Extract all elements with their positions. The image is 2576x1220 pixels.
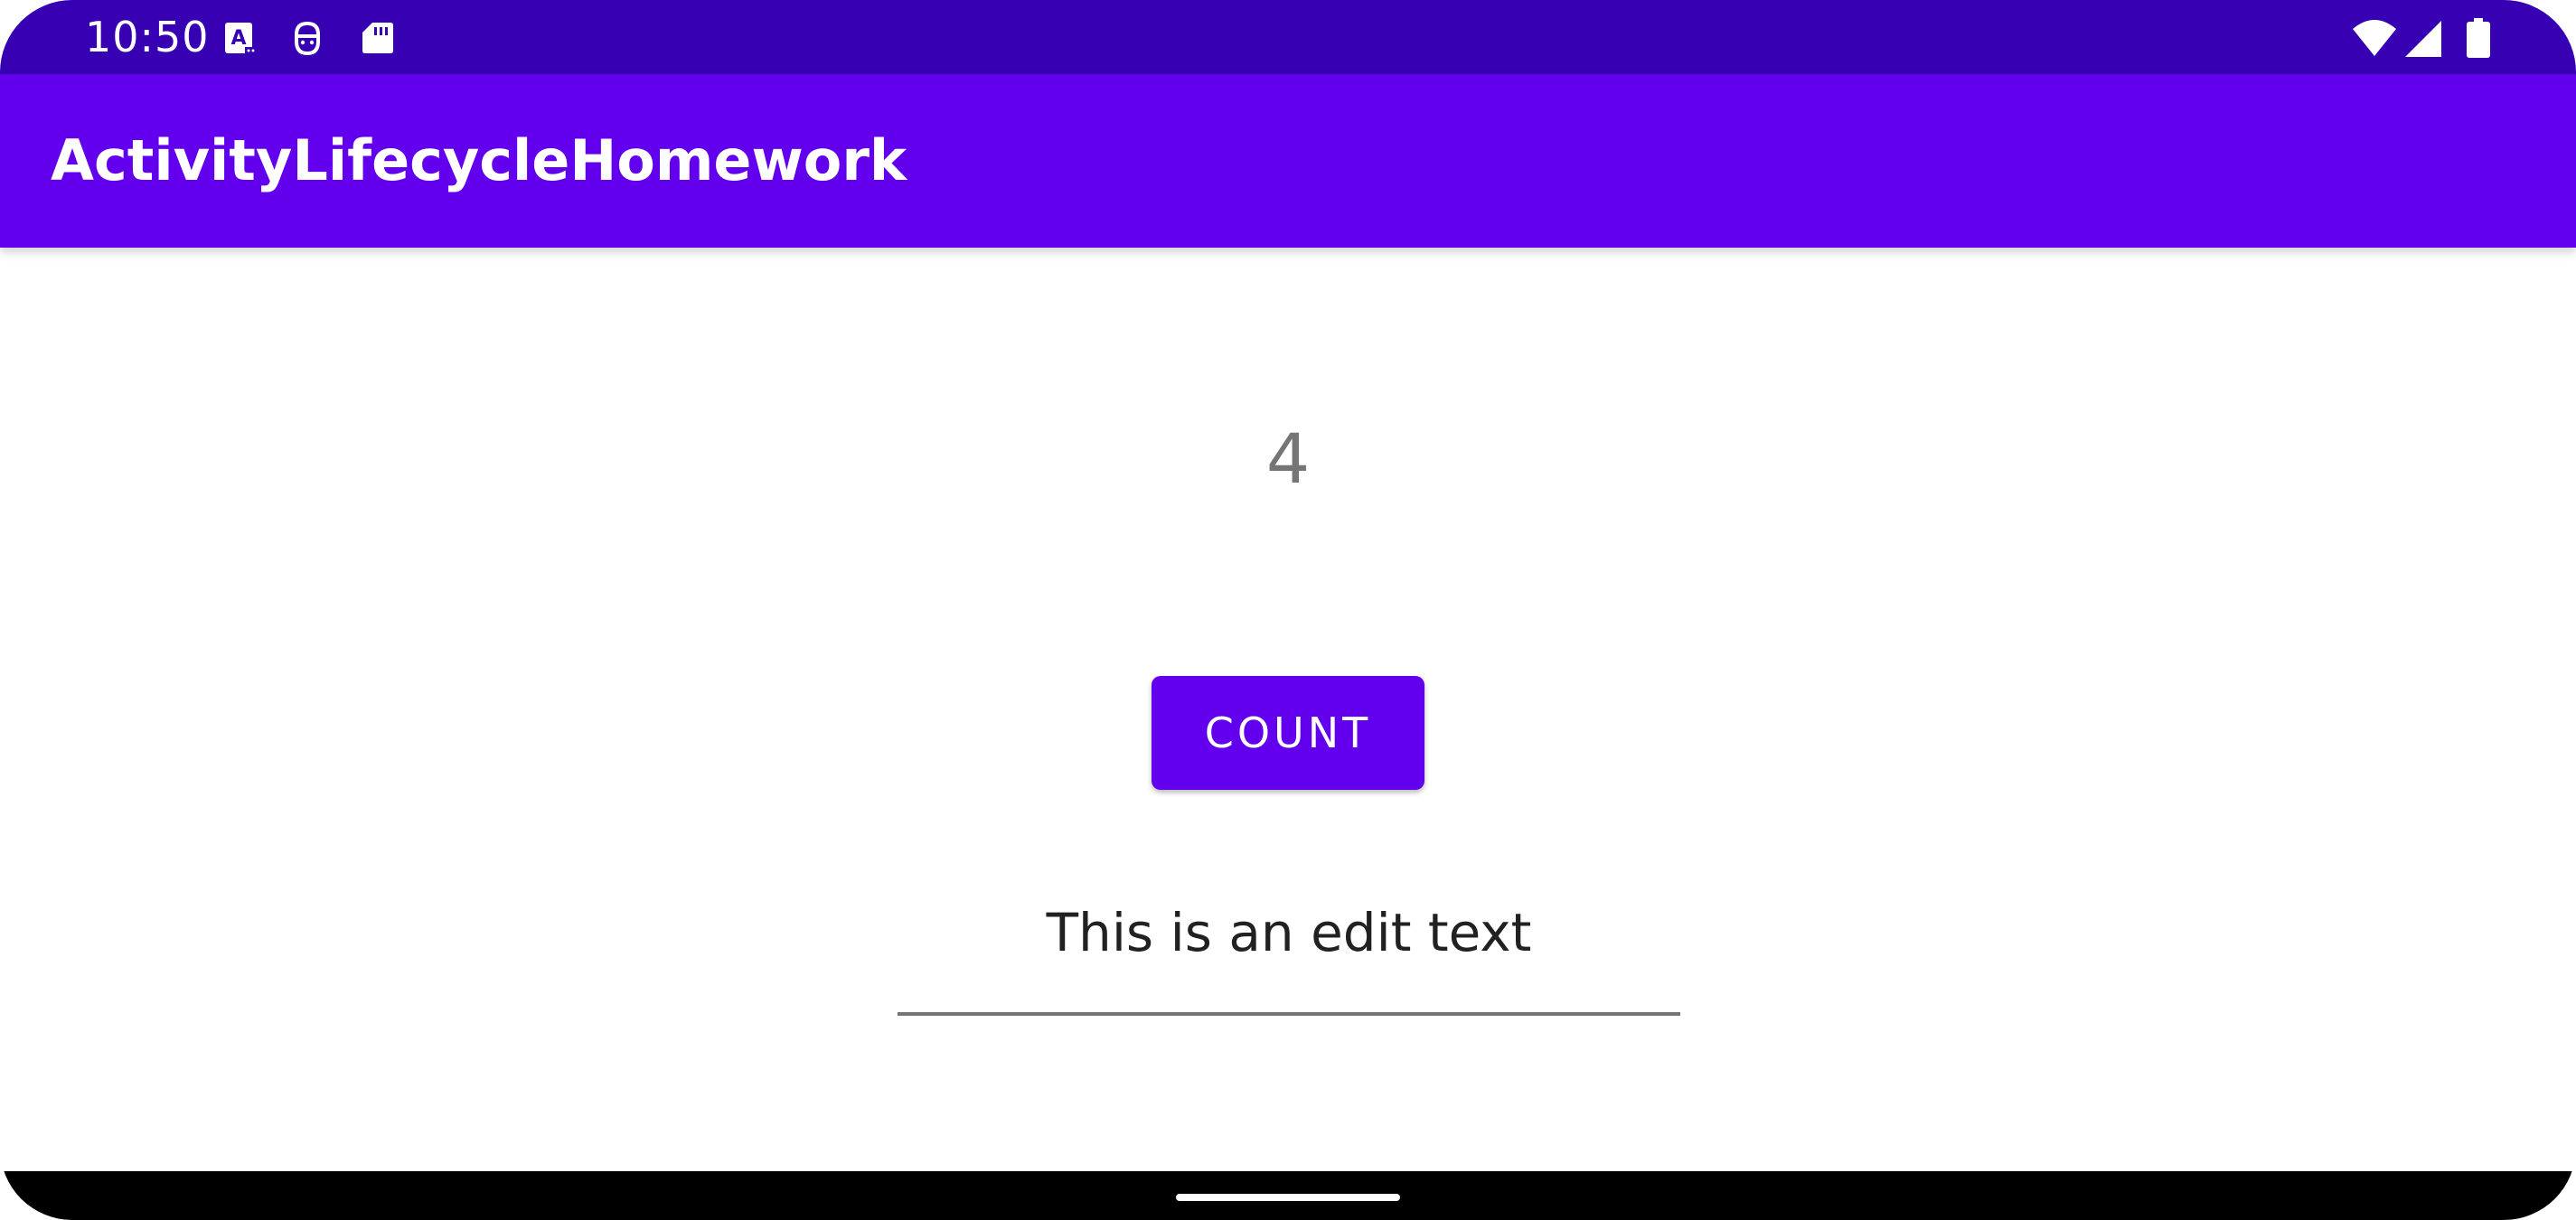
app-title: ActivityLifecycleHomework (51, 127, 907, 193)
sd-card-icon (360, 20, 396, 56)
edit-text-field (898, 886, 1680, 1016)
phone-screen: 10:50 A ActivityLifecycleHomework 4 COUN… (0, 0, 2576, 1220)
svg-text:A: A (230, 27, 246, 50)
wifi-icon (2352, 18, 2397, 58)
face-notification-icon (289, 20, 325, 56)
battery-icon (2466, 18, 2491, 58)
status-bar: 10:50 A (0, 0, 2576, 74)
count-button[interactable]: COUNT (1152, 676, 1424, 790)
edit-text-underline (898, 1012, 1680, 1016)
cellular-signal-icon (2404, 20, 2442, 58)
text-a-notification-icon: A (222, 20, 259, 56)
counter-text: 4 (1265, 418, 1311, 499)
navigation-bar (0, 1171, 2576, 1220)
status-time: 10:50 (85, 13, 210, 61)
home-gesture-handle[interactable] (1176, 1194, 1400, 1201)
edit-text-input[interactable] (898, 886, 1680, 980)
app-bar: ActivityLifecycleHomework (0, 74, 2576, 248)
